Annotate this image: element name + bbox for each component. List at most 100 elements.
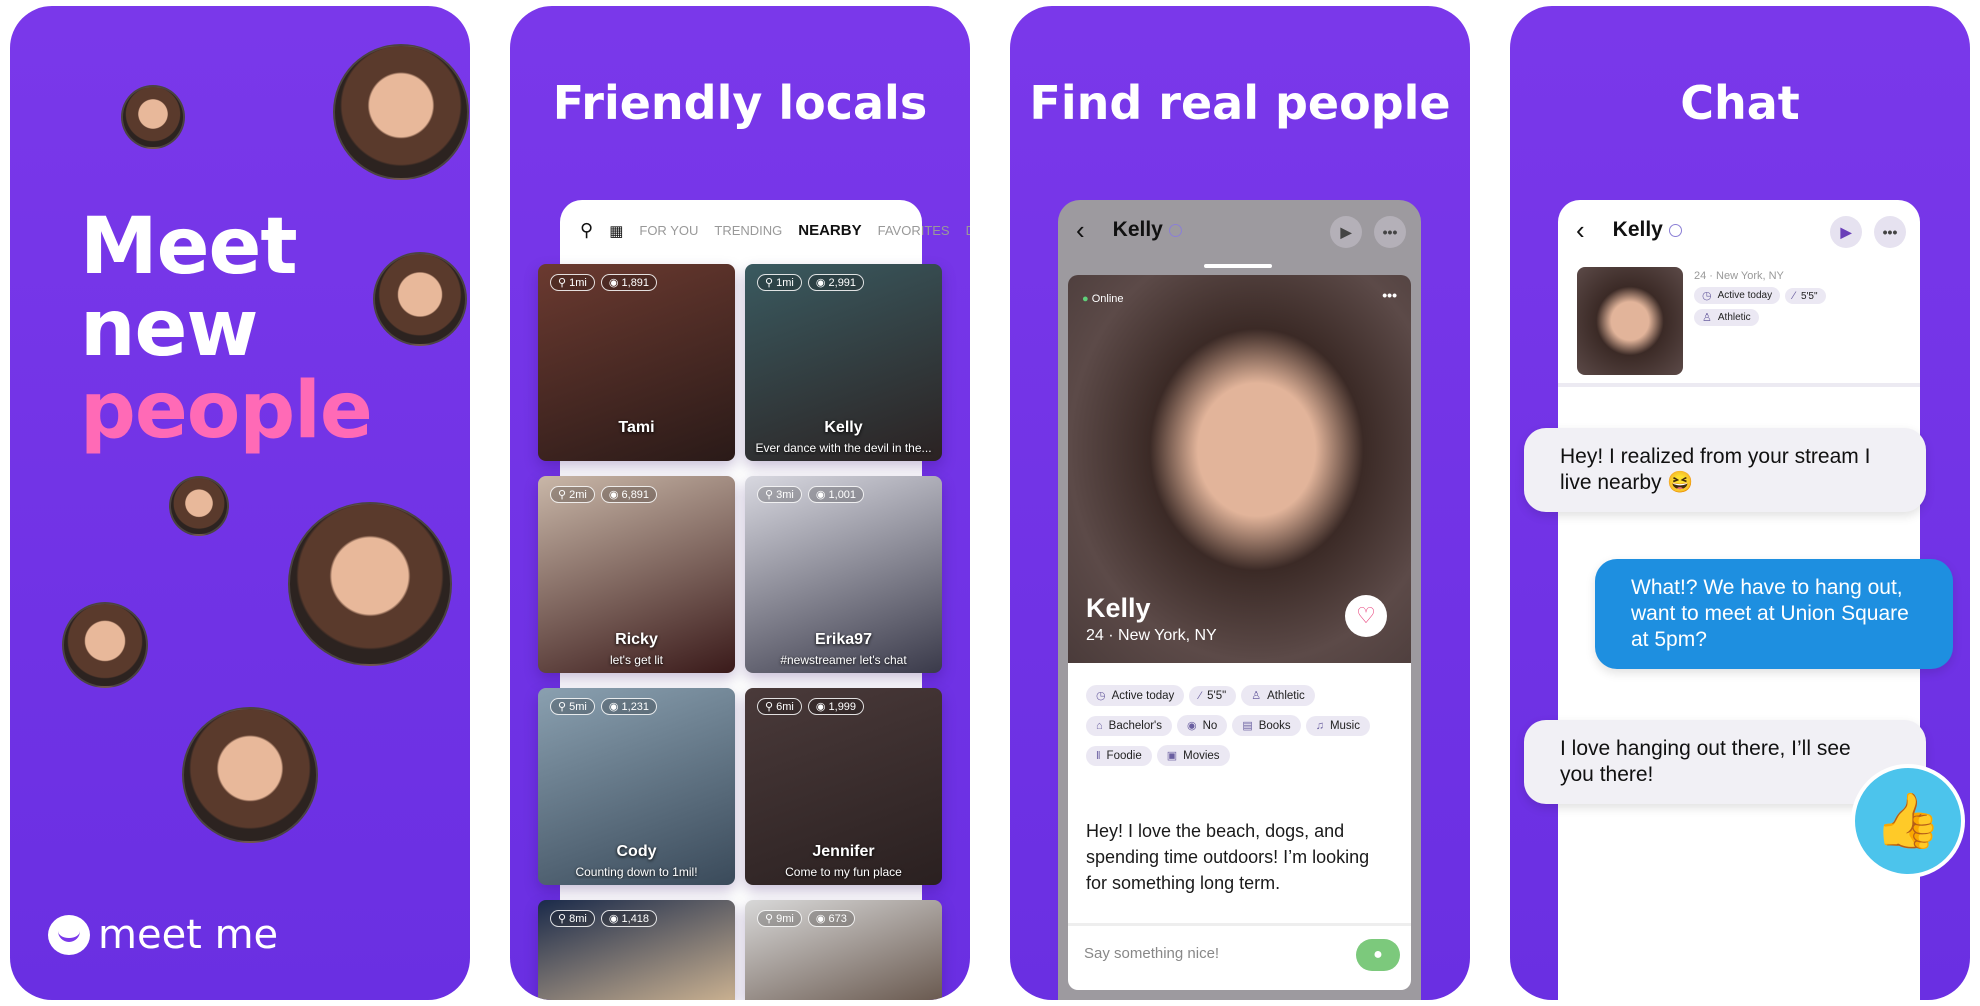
viewers-badge: ◉ 1,999 [807, 698, 865, 715]
streamer-status: #newstreamer let's chat [780, 653, 907, 667]
chip-label: Athletic [1267, 689, 1305, 702]
profile-chip: ◉ No [1177, 715, 1228, 736]
hero-line-highlight: people [80, 366, 373, 456]
logo-text: meet me [98, 912, 279, 958]
panel-find-real-people: Find real people ‹ Kelly ▶ ••• ● Online … [1010, 6, 1470, 1000]
tile-badges: ⚲ 3mi ◉ 1,001 [757, 486, 865, 503]
distance-text: 6mi [776, 701, 794, 713]
viewers-text: 6,891 [621, 489, 650, 501]
message-input[interactable]: Say something nice! [1084, 945, 1219, 962]
divider [1558, 383, 1920, 387]
tab-nearby[interactable]: NEARBY [798, 222, 861, 239]
drag-handle[interactable] [1204, 264, 1272, 268]
profile-chip: ⌂ Bachelor's [1086, 716, 1172, 736]
streamer-status: let's get lit [610, 653, 663, 667]
profile-photo: ● Online ••• Kelly 24 · New York, NY ♡ [1068, 275, 1411, 663]
tab-for-you[interactable]: FOR YOU [639, 223, 698, 238]
tab-bar: ⚲ ▦ FOR YOU TRENDING NEARBY FAVORITES DA [580, 220, 970, 241]
profile-chips: ◷ Active today ⁄ 5'5" ♙ Athletic ⌂ Bachelor's ◉ N… [1086, 685, 1406, 775]
avatar [62, 602, 148, 688]
tab-trending[interactable]: TRENDING [714, 223, 782, 238]
distance-badge: ⚲ 8mi [550, 910, 595, 927]
panel-title: Chat [1680, 76, 1800, 130]
header-name-text: Kelly [1612, 218, 1663, 241]
stream-tile[interactable]: ⚲ 6mi ◉ 1,999 Jennifer Come to my fun pla… [745, 688, 942, 885]
chip-icon: ⁄ [1199, 690, 1202, 702]
chip-label: Music [1329, 720, 1360, 732]
chip-label: Athletic [1717, 312, 1751, 323]
profile-chips: ◷ Active today ⁄ 5'5" ♙ Athletic [1694, 286, 1894, 330]
chip-icon: ⌂ [1096, 720, 1103, 732]
online-indicator: ● Online [1082, 293, 1124, 305]
profile-chip: ⁄ 5'5" [1189, 686, 1237, 706]
viewers-badge: ◉ 6,891 [600, 486, 658, 503]
stream-tile[interactable]: ⚲ 1mi ◉ 2,991 Kelly Ever dance with the d… [745, 264, 942, 461]
heart-like-button[interactable]: ♡ [1345, 595, 1387, 637]
chip-label: Movies [1183, 749, 1220, 762]
stream-tile[interactable]: ⚲ 9mi ◉ 673 [745, 900, 942, 1000]
more-button[interactable]: ••• [1874, 216, 1906, 248]
profile-meta: 24 · New York, NY [1086, 627, 1217, 644]
chip-label: Bachelor's [1108, 720, 1162, 732]
streamer-status: Ever dance with the devil in the... [755, 441, 932, 455]
header-name-text: Kelly [1112, 218, 1163, 241]
chip-icon: ▤ [1242, 720, 1253, 732]
verified-icon [1668, 223, 1682, 237]
avatar [169, 476, 229, 536]
chip-label: No [1202, 719, 1218, 732]
header-name: Kelly [1613, 218, 1682, 242]
stream-tile[interactable]: ⚲ 2mi ◉ 6,891 Ricky let's get lit [538, 476, 735, 673]
profile-header: ‹ Kelly [1058, 200, 1421, 260]
header-name: Kelly [1113, 218, 1182, 242]
profile-thumbnail[interactable] [1577, 267, 1683, 375]
meetme-logo: meet me [48, 912, 278, 958]
viewers-badge: ◉ 673 [807, 910, 855, 927]
thumbs-up-button[interactable]: 👍 [1851, 764, 1965, 878]
distance-text: 3mi [776, 489, 794, 501]
stream-tile[interactable]: ⚲ 1mi ◉ 1,891 Tami [538, 264, 735, 461]
profile-chip: ⁄ 5'5" [1785, 288, 1826, 304]
avatar [182, 707, 318, 843]
hero-line: new [80, 284, 258, 374]
tile-badges: ⚲ 1mi ◉ 2,991 [757, 274, 865, 291]
tab-more[interactable]: DA [966, 223, 970, 238]
stream-tile[interactable]: ⚲ 3mi ◉ 1,001 Erika97 #newstreamer let's … [745, 476, 942, 673]
panel-title: Find real people [1029, 76, 1451, 130]
viewers-text: 1,231 [621, 701, 650, 713]
viewers-text: 1,001 [828, 489, 857, 501]
more-button[interactable]: ••• [1374, 216, 1406, 248]
viewers-badge: ◉ 1,231 [600, 698, 658, 715]
chip-row: ◷ Active today ⁄ 5'5" ♙ Athletic [1086, 685, 1406, 715]
profile-chip: ♙ Athletic [1241, 685, 1315, 706]
hero-headline: Meet new people [80, 202, 373, 456]
video-call-button[interactable]: ▶ [1830, 216, 1862, 248]
streamer-name: Ricky [615, 631, 658, 648]
viewers-text: 673 [828, 913, 847, 925]
back-icon[interactable]: ‹ [1576, 215, 1585, 246]
distance-text: 8mi [569, 913, 587, 925]
profile-details: ◷ Active today ⁄ 5'5" ♙ Athletic ⌂ Bachelor's ◉ N… [1068, 663, 1411, 990]
chip-icon: ǁ [1096, 750, 1101, 762]
stream-tile[interactable]: ⚲ 5mi ◉ 1,231 Cody Counting down to 1mil! [538, 688, 735, 885]
tile-badges: ⚲ 5mi ◉ 1,231 [550, 698, 658, 715]
photo-more-icon[interactable]: ••• [1382, 287, 1397, 303]
chip-icon: ◷ [1096, 690, 1106, 702]
distance-badge: ⚲ 1mi [550, 274, 595, 291]
back-icon[interactable]: ‹ [1076, 215, 1085, 246]
chip-icon: ◉ [1187, 720, 1197, 732]
panel-meet-new-people: Meet new people meet me [10, 6, 470, 1000]
streamer-name: Tami [618, 419, 655, 436]
send-button[interactable]: ● [1356, 939, 1400, 971]
distance-badge: ⚲ 1mi [757, 274, 802, 291]
tab-favorites[interactable]: FAVORITES [878, 223, 950, 238]
calendar-icon[interactable]: ▦ [609, 222, 623, 240]
chip-label: Active today [1717, 290, 1773, 301]
stream-tile[interactable]: ⚲ 8mi ◉ 1,418 [538, 900, 735, 1000]
distance-badge: ⚲ 5mi [550, 698, 595, 715]
tile-badges: ⚲ 1mi ◉ 1,891 [550, 274, 658, 291]
video-call-button[interactable]: ▶ [1330, 216, 1362, 248]
hero-line: Meet [80, 202, 298, 292]
search-icon[interactable]: ⚲ [580, 220, 593, 241]
tile-badges: ⚲ 6mi ◉ 1,999 [757, 698, 865, 715]
viewers-badge: ◉ 1,891 [600, 274, 658, 291]
